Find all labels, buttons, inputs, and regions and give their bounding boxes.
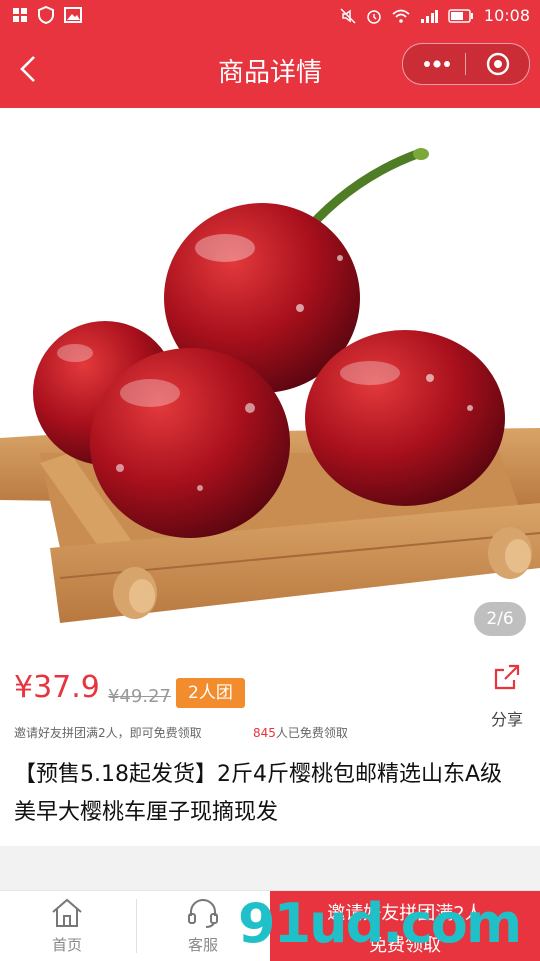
status-bar: 10:08 (0, 0, 540, 32)
headset-icon (188, 899, 218, 928)
wifi-icon (392, 9, 410, 23)
share-button[interactable]: 分享 (486, 662, 528, 730)
group-size-badge: 2人团 (176, 678, 245, 708)
close-mini-program-button[interactable] (473, 44, 523, 84)
image-page-counter: 2/6 (474, 602, 526, 636)
original-price: ¥49.27 (108, 686, 171, 707)
share-icon (494, 664, 520, 690)
claimed-count: 845 (253, 726, 276, 740)
share-label: 分享 (490, 710, 523, 729)
bottom-action-bar: 首页 客服 邀请好友拼团满2人 免费领取 (0, 890, 540, 961)
mute-icon (340, 7, 356, 24)
group-price: ¥37.9 (14, 670, 100, 705)
tab-divider (136, 899, 137, 953)
navigation-bar: 商品详情 (0, 32, 540, 108)
signal-icon (420, 9, 438, 23)
invite-hint: 邀请好友拼团满2人，即可免费领取 (14, 726, 202, 740)
alarm-icon (367, 9, 381, 24)
customer-service-tab[interactable]: 客服 (160, 891, 246, 961)
service-label: 客服 (187, 936, 218, 954)
capsule-divider (465, 53, 466, 75)
more-dots-icon (424, 60, 450, 68)
product-info-panel: ¥37.9 ¥49.27 2人团 分享 邀请好友拼团满2人，即可免费领取 845… (0, 648, 540, 846)
product-title: 【预售5.18起发货】2斤4斤樱桃包邮精选山东A级美早大樱桃车厘子现摘现发 (14, 762, 503, 825)
mini-program-capsule (402, 43, 530, 85)
cta-line-1: 邀请好友拼团满2人 (327, 903, 483, 924)
cta-line-2: 免费领取 (369, 935, 441, 956)
battery-icon (448, 8, 473, 23)
app-grid-icon (13, 8, 27, 22)
status-time: 10:08 (483, 6, 530, 25)
cherry-product-image (0, 148, 540, 623)
claimed-count-text: 845人已免费领取 (253, 724, 348, 741)
home-label: 首页 (51, 936, 82, 954)
image-icon (64, 7, 82, 23)
claimed-suffix: 人已免费领取 (275, 726, 348, 740)
target-close-icon (486, 52, 510, 76)
product-image-carousel[interactable]: 2/6 (0, 108, 540, 648)
shield-icon (38, 6, 54, 24)
more-button[interactable] (413, 44, 461, 84)
invite-group-button[interactable]: 邀请好友拼团满2人 免费领取 (270, 891, 540, 961)
home-tab[interactable]: 首页 (24, 891, 110, 961)
home-icon (52, 898, 82, 927)
